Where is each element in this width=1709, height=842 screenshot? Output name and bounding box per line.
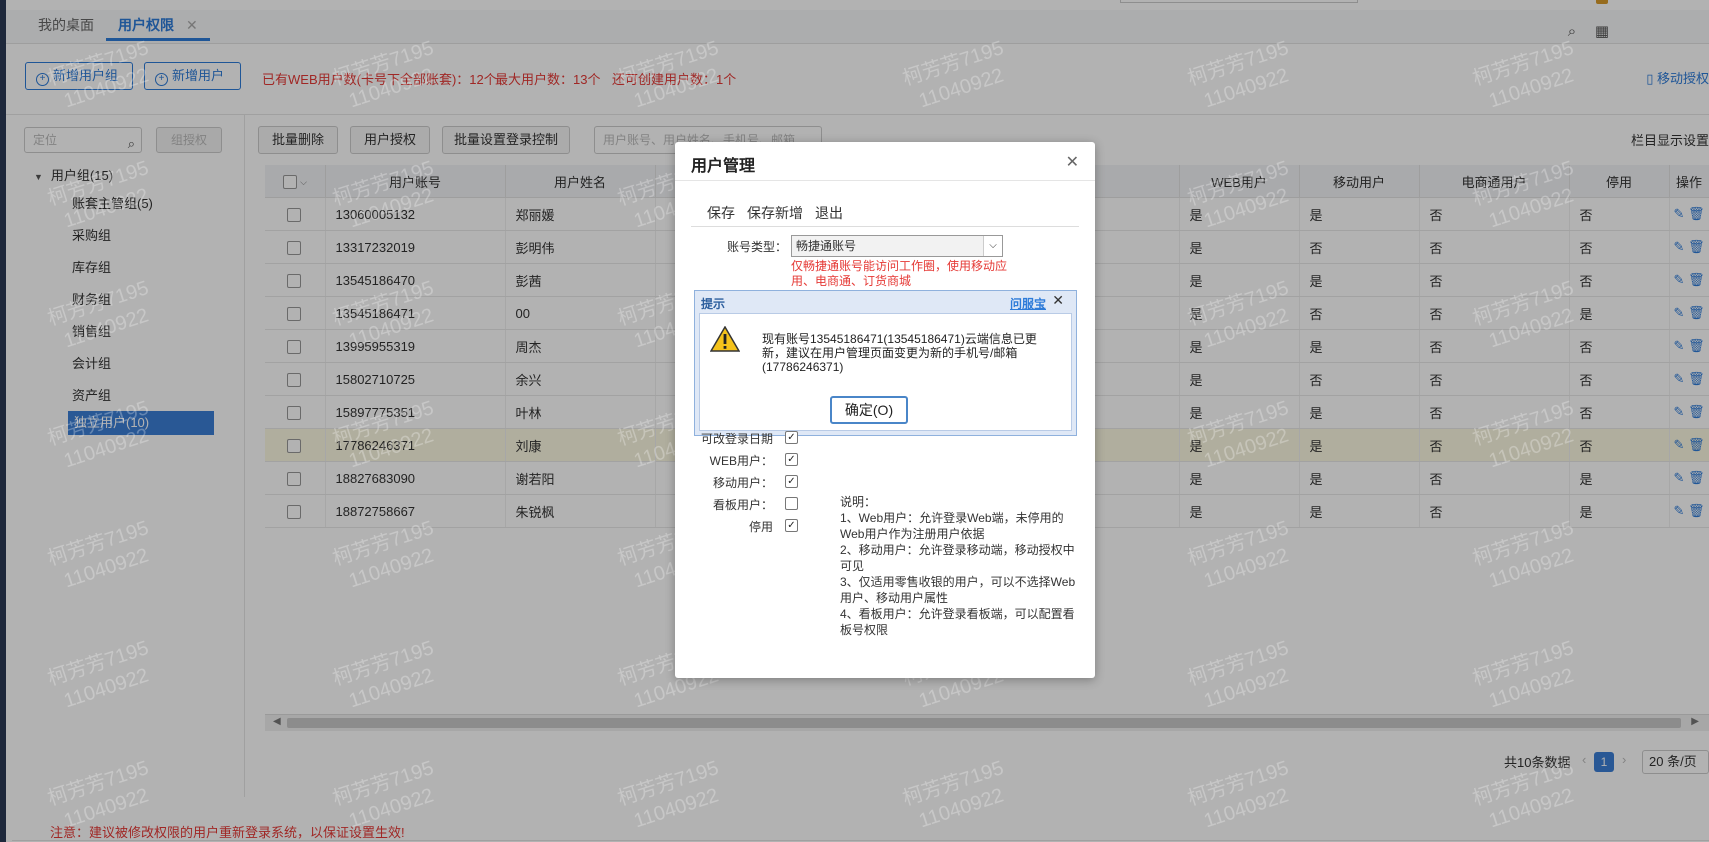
check-label: 移动用户： [712,476,773,490]
user-management-dialog: 用户管理 ✕ 保存 保存新增 退出 账号类型： 畅捷通账号 ⌵ 仅畅捷通账号能访问工作… [675,142,1095,678]
prompt-body: 现有账号13545186471(13545186471)云端信息已更新，建议在用… [699,313,1072,431]
check-label: 看板用户： [712,498,773,512]
description-line: 1、Web用户：允许登录Web端，未停用的Web用户作为注册用户依据 [840,511,1064,541]
ok-button[interactable]: 确定(O) [830,396,908,424]
prompt-close-icon[interactable]: ✕ [1052,292,1064,309]
check-label: WEB用户： [709,454,773,468]
account-type-label: 账号类型： [726,240,787,254]
check-label: 可改登录日期 [700,432,773,446]
help-link[interactable]: 问服宝 [1010,295,1046,312]
checkbox[interactable]: ✓ [785,475,798,488]
dialog-title: 用户管理 [691,158,756,175]
description-line: 3、仅适用零售收银的用户，可以不选择Web用户、移动用户属性 [840,575,1076,605]
exit-button[interactable]: 退出 [815,205,843,221]
checkbox[interactable]: ✓ [785,431,798,444]
check-label: 停用 [748,520,773,534]
checkbox[interactable] [785,497,798,510]
prompt-dialog: 提示 问服宝 ✕ 现有账号13545186471(13545186471)云端信… [694,290,1077,436]
save-button[interactable]: 保存 [707,205,735,221]
account-type-hint: 仅畅捷通账号能访问工作圈，使用移动应用、电商通、订货商城 [791,259,1008,288]
description-line: 4、看板用户：允许登录看板端，可以配置看板号权限 [840,607,1075,637]
checkbox[interactable]: ✓ [785,453,798,466]
account-type-value: 畅捷通账号 [796,239,857,253]
description-line: 说明： [840,495,877,509]
description: 说明： 1、Web用户：允许登录Web端，未停用的Web用户作为注册用户依据 2… [840,494,1080,638]
prompt-message: 现有账号13545186471(13545186471)云端信息已更新，建议在用… [762,332,1037,374]
warning-icon [710,326,740,352]
save-new-button[interactable]: 保存新增 [747,205,803,221]
checkbox[interactable]: ✓ [785,519,798,532]
close-icon[interactable]: ✕ [1066,152,1079,172]
description-line: 2、移动用户：允许登录移动端，移动授权中可见 [840,543,1075,573]
prompt-title: 提示 [701,297,726,311]
chevron-down-icon[interactable]: ⌵ [983,236,1002,256]
divider [675,180,1095,181]
divider [691,226,1079,227]
dialog-actions: 保存 保存新增 退出 [707,203,855,223]
account-type-select[interactable]: 畅捷通账号 ⌵ [791,235,1003,257]
